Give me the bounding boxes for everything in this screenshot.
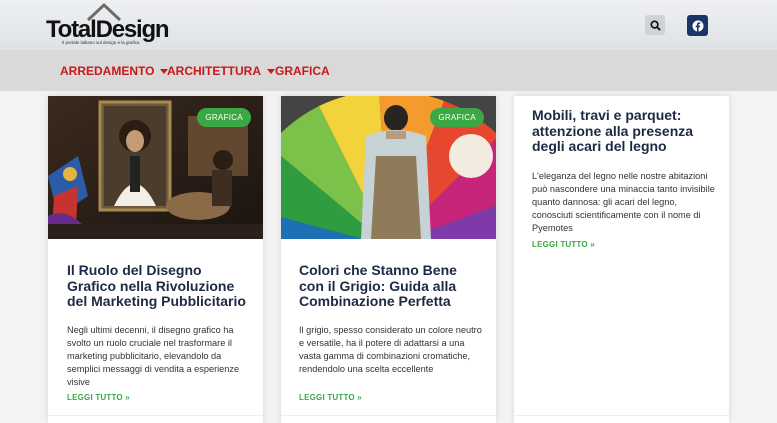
facebook-button[interactable] bbox=[687, 15, 708, 36]
logo-word-total: Total bbox=[46, 16, 97, 43]
article-title[interactable]: Colori che Stanno Bene con il Grigio: Gu… bbox=[299, 262, 484, 310]
article-excerpt: L'eleganza del legno nelle nostre abitaz… bbox=[532, 171, 715, 233]
main-navigation: ARREDAMENTO ARCHITETTURA GRAFICA bbox=[0, 50, 777, 91]
chevron-down-icon bbox=[267, 68, 275, 74]
article-card: GRAFICA Colori che Stanno Bene con il Gr… bbox=[281, 96, 496, 423]
logo-tagline: Il portale italiano sul design e la graf… bbox=[62, 40, 140, 45]
facebook-icon bbox=[692, 20, 703, 31]
card-footer bbox=[281, 415, 496, 423]
article-card: GRAFICA Il Ruolo del Disegno Grafico nel… bbox=[48, 96, 263, 423]
logo-word-design: Design bbox=[95, 16, 170, 43]
article-card: Mobili, travi e parquet: attenzione alla… bbox=[514, 96, 729, 423]
site-header: TotalDesign Il portale italiano sul desi… bbox=[0, 0, 777, 50]
read-more-link[interactable]: LEGGI TUTTO » bbox=[67, 393, 130, 402]
nav-item-label: ARCHITETTURA bbox=[167, 64, 261, 78]
article-image[interactable]: GRAFICA bbox=[281, 96, 496, 239]
nav-item-grafica[interactable]: GRAFICA bbox=[275, 64, 330, 78]
read-more-link[interactable]: LEGGI TUTTO » bbox=[299, 393, 362, 402]
category-badge[interactable]: GRAFICA bbox=[430, 108, 484, 127]
card-footer bbox=[48, 415, 263, 423]
nav-item-arredamento[interactable]: ARREDAMENTO bbox=[60, 64, 169, 78]
nav-item-architettura[interactable]: ARCHITETTURA bbox=[167, 64, 275, 78]
nav-item-label: GRAFICA bbox=[275, 64, 330, 78]
article-image[interactable]: GRAFICA bbox=[48, 96, 263, 239]
card-footer bbox=[514, 415, 729, 423]
site-logo[interactable]: TotalDesign Il portale italiano sul desi… bbox=[46, 2, 170, 48]
logo-wordmark: TotalDesign bbox=[46, 16, 170, 43]
category-badge[interactable]: GRAFICA bbox=[197, 108, 251, 127]
article-excerpt: Il grigio, spesso considerato un colore … bbox=[299, 325, 482, 374]
article-title[interactable]: Il Ruolo del Disegno Grafico nella Rivol… bbox=[67, 262, 247, 310]
article-excerpt: Negli ultimi decenni, il disegno grafico… bbox=[67, 325, 240, 387]
search-icon bbox=[649, 19, 661, 31]
read-more-link[interactable]: LEGGI TUTTO » bbox=[532, 240, 595, 249]
article-title[interactable]: Mobili, travi e parquet: attenzione alla… bbox=[532, 107, 717, 155]
search-button[interactable] bbox=[645, 15, 665, 35]
nav-item-label: ARREDAMENTO bbox=[60, 64, 155, 78]
